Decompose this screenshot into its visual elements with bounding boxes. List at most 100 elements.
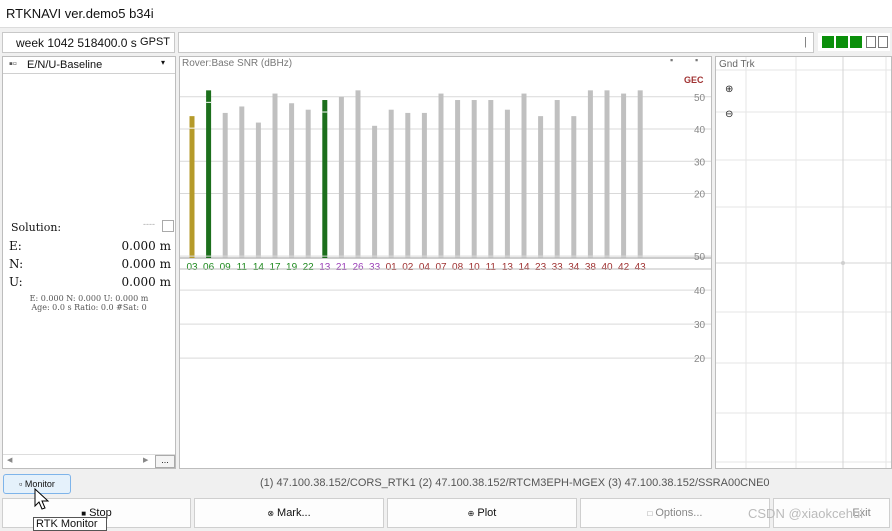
snr-sat-label: 38: [585, 262, 597, 273]
snr-sat-label: 42: [618, 262, 630, 273]
snr-sat-label: 43: [635, 262, 647, 273]
snr-bar: [289, 103, 295, 258]
ground-track-panel: Gnd Trk ⊕ ⊖: [715, 56, 892, 469]
snr-panel-header: Rover:Base SNR (dBHz) ▪ ▪: [180, 55, 711, 71]
zoom-in-icon[interactable]: ⊕: [725, 84, 737, 96]
solution-status: ----: [143, 219, 155, 229]
stream-indicator: [818, 33, 890, 51]
n-value: 0.000 m: [121, 257, 171, 271]
snr-bar: [521, 93, 527, 258]
snr-ytick-label: 20: [694, 190, 706, 201]
snr-bar: [305, 109, 311, 258]
snr-bar: [637, 90, 643, 259]
week-time: week 1042 518400.0 s: [16, 36, 137, 50]
more-button[interactable]: ...: [155, 455, 175, 468]
snr-bar: [272, 93, 278, 258]
snr-bar: [438, 93, 444, 258]
snr-sat-label: 11: [486, 262, 497, 273]
e-key: E:: [9, 239, 22, 253]
snr-bar: [488, 100, 494, 258]
snr-sat-label: 10: [469, 262, 481, 273]
snr-sat-label: 14: [253, 262, 265, 273]
status-line: ▫ Monitor (1) 47.100.38.152/CORS_RTK1 (2…: [0, 472, 892, 496]
snr-option-1-icon[interactable]: ▪: [670, 55, 673, 65]
snr-sat-label: 09: [220, 262, 232, 273]
app-window: RTKNAVI ver.demo5 b34i week 1042 518400.…: [0, 0, 892, 531]
mark-button[interactable]: ⊗ Mark...: [194, 498, 384, 528]
snr-sat-label: 17: [269, 262, 281, 273]
chevron-down-icon[interactable]: ▾: [161, 58, 165, 67]
ground-track-title: Gnd Trk: [719, 59, 755, 70]
indicator-4: [866, 36, 876, 48]
indicator-3: [850, 36, 862, 48]
snr-bar: [338, 96, 344, 258]
snr-sat-label: 02: [402, 262, 414, 273]
time-system[interactable]: GPST: [140, 36, 170, 48]
snr-sat-label: 03: [186, 262, 198, 273]
mouse-cursor-icon: [34, 488, 50, 510]
solution-detail-1: E: 0.000 N: 0.000 U: 0.000 m: [29, 294, 149, 303]
time-display[interactable]: week 1042 518400.0 s GPST: [2, 32, 175, 53]
snr-sat-label: 13: [319, 262, 331, 273]
snr-sat-label: 34: [568, 262, 580, 273]
solution-checkbox[interactable]: [162, 220, 174, 232]
constellation-legend: GEC: [684, 75, 704, 85]
solution-panel: ▪▫ E/N/U-Baseline ▾ Solution: ---- E: 0.…: [2, 56, 176, 469]
snr-sat-label: 21: [336, 262, 348, 273]
snr-sat-label: 11: [237, 262, 248, 273]
solution-mode-selector[interactable]: ▪▫ E/N/U-Baseline ▾: [3, 57, 175, 74]
pin-icon: ▪▫: [9, 58, 17, 70]
base-ytick-label: 30: [694, 320, 706, 331]
mark-icon: ⊗: [267, 509, 275, 518]
snr-sat-label: 33: [369, 262, 381, 273]
snr-bar: [587, 90, 593, 259]
zoom-out-icon[interactable]: ⊖: [725, 109, 737, 121]
plot-button[interactable]: ⊕ Plot: [387, 498, 577, 528]
u-key: U:: [9, 275, 23, 289]
e-row: E: 0.000 m: [9, 239, 171, 255]
snr-bar: [222, 112, 228, 258]
plot-icon: ⊕: [467, 509, 475, 518]
snr-sat-label: 01: [386, 262, 398, 273]
snr-title: Rover:Base SNR (dBHz): [182, 58, 293, 69]
snr-bar: [571, 116, 577, 258]
snr-bar: [388, 109, 394, 258]
snr-bar: [455, 100, 461, 258]
e-value: 0.000 m: [121, 239, 171, 253]
snr-sat-label: 08: [452, 262, 464, 273]
snr-ytick-label: 30: [694, 157, 706, 168]
scroll-left-icon[interactable]: ◀: [7, 456, 12, 464]
snr-chart: 20 30 40 50 03 06 09 11 14 17 19 22 13 21 26 33 01 02 04 0…: [180, 75, 711, 365]
snr-sat-label: 14: [518, 262, 530, 273]
snr-option-2-icon[interactable]: ▪: [695, 55, 698, 65]
snr-sat-label: 23: [535, 262, 547, 273]
snr-bar: [538, 116, 544, 258]
watermark: CSDN @xiaokcehui: [748, 506, 864, 521]
info-bar: week 1042 518400.0 s GPST |: [0, 30, 892, 54]
solution-scrollbar[interactable]: ◀ ▶ ...: [3, 454, 175, 468]
snr-bar: [239, 106, 245, 258]
options-label: Options...: [655, 507, 703, 519]
solution-label: Solution:: [11, 221, 62, 234]
indicator-2: [836, 36, 848, 48]
ground-track-plot: [716, 57, 891, 468]
snr-panel: Rover:Base SNR (dBHz) ▪ ▪ 20 30 40 50 03 06 0…: [179, 55, 712, 469]
snr-bar: [621, 93, 627, 258]
window-title: RTKNAVI ver.demo5 b34i: [6, 6, 154, 21]
snr-bar: [355, 90, 361, 259]
solution-status-box: |: [178, 32, 814, 53]
snr-sat-label: 26: [352, 262, 364, 273]
snr-bar: [421, 112, 427, 258]
base-ytick-label: 20: [694, 354, 706, 365]
monitor-tooltip: RTK Monitor: [33, 517, 107, 531]
base-ytick-label: 40: [694, 286, 706, 297]
scroll-right-icon[interactable]: ▶: [143, 456, 148, 464]
u-row: U: 0.000 m: [9, 275, 171, 291]
status-separator: |: [804, 36, 807, 48]
snr-bar: [471, 100, 477, 258]
options-button[interactable]: □ Options...: [580, 498, 770, 528]
snr-bar: [255, 122, 261, 258]
n-row: N: 0.000 m: [9, 257, 171, 273]
u-value: 0.000 m: [121, 275, 171, 289]
snr-bar: [504, 109, 510, 258]
